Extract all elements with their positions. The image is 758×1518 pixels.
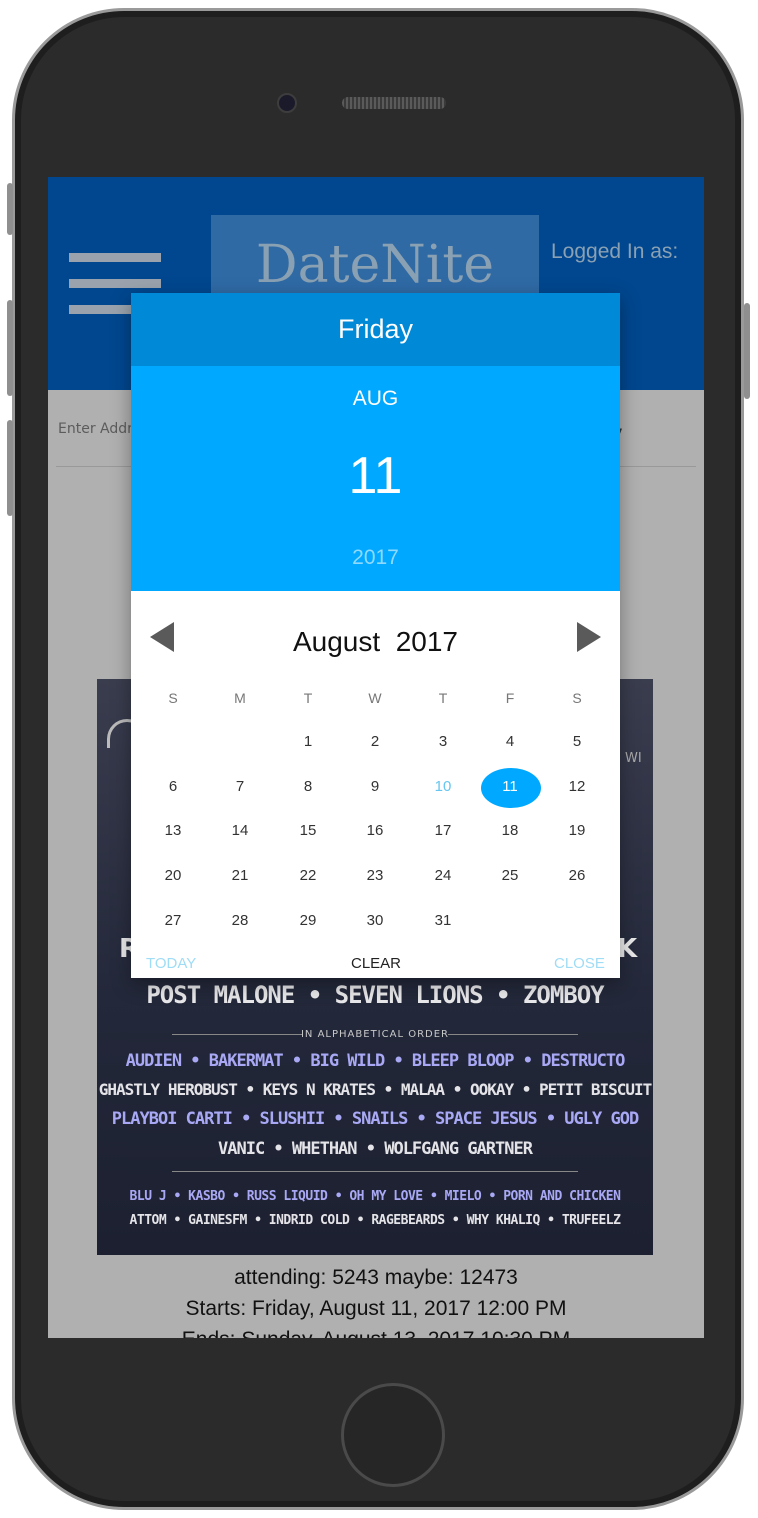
calendar-day[interactable]: 29 bbox=[278, 902, 338, 940]
calendar-day[interactable]: 25 bbox=[480, 857, 540, 895]
calendar-day[interactable]: 16 bbox=[345, 812, 405, 850]
calendar-day[interactable]: 31 bbox=[413, 902, 473, 940]
front-camera-icon bbox=[277, 93, 297, 113]
poster-lineup-row: GHASTLY HEROBUST • KEYS N KRATES • MALAA… bbox=[98, 1080, 653, 1099]
calendar-day[interactable]: 5 bbox=[547, 723, 607, 761]
calendar-day[interactable]: 15 bbox=[278, 812, 338, 850]
picker-month: AUG bbox=[352, 387, 399, 410]
calendar-day[interactable]: 14 bbox=[210, 812, 270, 850]
calendar-day[interactable]: 26 bbox=[547, 857, 607, 895]
volume-up-button[interactable] bbox=[7, 300, 13, 396]
calendar-day[interactable]: 19 bbox=[547, 812, 607, 850]
calendar-day[interactable]: 12 bbox=[547, 768, 607, 806]
calendar-day[interactable]: 17 bbox=[413, 812, 473, 850]
weekday-header: W bbox=[368, 690, 382, 706]
calendar-day[interactable]: 18 bbox=[480, 812, 540, 850]
weekday-header: T bbox=[303, 690, 313, 706]
calendar-day[interactable]: 2 bbox=[345, 723, 405, 761]
calendar-day[interactable]: 3 bbox=[413, 723, 473, 761]
logged-in-label: Logged In as: bbox=[551, 240, 679, 263]
poster-lineup-small-row: BLU J • KASBO • RUSS LIQUID • OH MY LOVE… bbox=[129, 1189, 621, 1204]
calendar-day[interactable]: 4 bbox=[480, 723, 540, 761]
next-month-icon[interactable] bbox=[577, 622, 601, 652]
weekday-header: S bbox=[168, 690, 178, 706]
calendar-day[interactable]: 6 bbox=[143, 768, 203, 806]
calendar-day[interactable]: 28 bbox=[210, 902, 270, 940]
poster-lineup-row: VANIC • WHETHAN • WOLFGANG GARTNER bbox=[218, 1139, 533, 1159]
power-button[interactable] bbox=[744, 303, 750, 399]
picker-day: 11 bbox=[348, 447, 403, 505]
clear-button[interactable]: CLEAR bbox=[351, 955, 401, 972]
picker-weekday: Friday bbox=[131, 293, 620, 366]
calendar-day[interactable]: 10 bbox=[413, 768, 473, 806]
calendar-day[interactable]: 7 bbox=[210, 768, 270, 806]
weekday-header: M bbox=[234, 690, 246, 706]
date-picker-dialog: Friday AUG 11 2017 August 2017 S M T W T… bbox=[131, 293, 620, 978]
calendar-day[interactable]: 27 bbox=[143, 902, 203, 940]
address-input[interactable]: Enter Addr bbox=[58, 421, 133, 437]
event-starts: Starts: Friday, August 11, 2017 12:00 PM bbox=[185, 1297, 567, 1320]
mute-switch[interactable] bbox=[7, 183, 13, 235]
event-attendance: attending: 5243 maybe: 12473 bbox=[234, 1266, 518, 1289]
calendar-day[interactable]: 21 bbox=[210, 857, 270, 895]
calendar-day[interactable]: 30 bbox=[345, 902, 405, 940]
poster-lineup-row: AUDIEN • BAKERMAT • BIG WILD • BLEEP BLO… bbox=[125, 1051, 626, 1071]
calendar-day[interactable]: 8 bbox=[278, 768, 338, 806]
calendar-day[interactable]: 11 bbox=[480, 768, 540, 806]
calendar-day[interactable]: 1 bbox=[278, 723, 338, 761]
calendar-day[interactable]: 20 bbox=[143, 857, 203, 895]
picker-year[interactable]: 2017 bbox=[131, 546, 620, 570]
close-button[interactable]: CLOSE bbox=[554, 955, 605, 972]
calendar-day[interactable]: 22 bbox=[278, 857, 338, 895]
volume-down-button[interactable] bbox=[7, 420, 13, 516]
calendar-day[interactable]: 24 bbox=[413, 857, 473, 895]
event-ends: Ends: Sunday, August 13, 2017 10:30 PM bbox=[48, 1328, 704, 1338]
picker-month-title: August 2017 bbox=[292, 626, 459, 657]
speaker-grille bbox=[342, 97, 446, 109]
picker-date-display: AUG 11 2017 bbox=[131, 366, 620, 591]
calendar-day[interactable]: 9 bbox=[345, 768, 405, 806]
poster-partial-right: K bbox=[617, 934, 638, 964]
poster-divider-right bbox=[448, 1034, 578, 1035]
poster-lineup-row: PLAYBOI CARTI • SLUSHII • SNAILS • SPACE… bbox=[111, 1109, 639, 1129]
poster-corner-text: WI bbox=[625, 751, 642, 766]
home-button[interactable] bbox=[341, 1383, 445, 1487]
weekday-header: S bbox=[572, 690, 582, 706]
calendar-day[interactable]: 13 bbox=[143, 812, 203, 850]
weekday-header: F bbox=[505, 690, 515, 706]
logo-text: DateNite bbox=[255, 235, 495, 295]
poster-lineup-small-row: ATTOM • GAINESFM • INDRID COLD • RAGEBEA… bbox=[129, 1213, 621, 1228]
weekday-header: T bbox=[438, 690, 448, 706]
poster-headliners: POST MALONE • SEVEN LIONS • ZOMBOY bbox=[146, 981, 604, 1009]
today-button[interactable]: TODAY bbox=[146, 955, 196, 972]
calendar-day[interactable]: 23 bbox=[345, 857, 405, 895]
poster-divider bbox=[172, 1171, 578, 1172]
